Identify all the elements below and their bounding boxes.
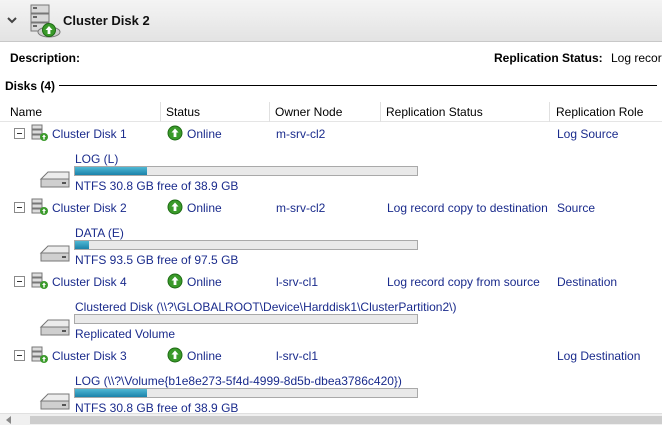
online-arrow-icon [167,347,183,363]
disk-owner-node: l-srv-cl1 [276,275,318,289]
disk-name[interactable]: Cluster Disk 1 [52,127,127,141]
column-header-replication-status[interactable]: Replication Status [386,105,483,119]
column-divider[interactable] [549,102,550,122]
column-header-owner-node[interactable]: Owner Node [275,105,342,119]
volume-name[interactable]: Clustered Disk (\\?\GLOBALROOT\Device\Ha… [75,300,456,314]
disk-row[interactable]: Cluster Disk 2 Online m-srv-cl2 Log reco… [0,198,662,272]
online-arrow-icon [167,273,183,289]
column-header-replication-role[interactable]: Replication Role [556,105,643,119]
scroll-left-arrow-icon[interactable] [0,414,18,425]
column-header-status[interactable]: Status [166,105,200,119]
disk-replication-role: Log Destination [557,349,641,363]
disk-replication-role: Log Source [557,127,619,141]
disk-status: Online [187,201,222,215]
online-arrow-icon [167,199,183,215]
disk-owner-node: l-srv-cl1 [276,349,318,363]
disk-name[interactable]: Cluster Disk 3 [52,349,127,363]
disk-replication-status: Log record copy from source [387,275,540,289]
volume-info: NTFS 30.8 GB free of 38.9 GB [75,179,239,193]
disk-status: Online [187,349,222,363]
section-divider [5,85,657,86]
cluster-disk-icon [31,198,48,215]
minus-toggle-icon[interactable] [14,128,25,139]
disk-row[interactable]: Cluster Disk 3 Online l-srv-cl1 Log Dest… [0,346,662,420]
replication-status-value: Log record [611,51,662,65]
disk-replication-status: Log record copy to destination [387,201,548,215]
description-label: Description: [10,51,81,65]
section-title: Disks (4) [5,79,60,93]
title-bar: Cluster Disk 2 [0,0,662,42]
disk-details-panel: Cluster Disk 2 Description: Replication … [0,0,662,425]
disk-row[interactable]: Cluster Disk 4 Online l-srv-cl1 Log reco… [0,272,662,346]
chevron-down-icon[interactable] [4,12,20,28]
cluster-disk-icon [31,124,48,141]
minus-toggle-icon[interactable] [14,276,25,287]
disk-owner-node: m-srv-cl2 [276,127,326,141]
volume-name[interactable]: LOG (\\?\Volume{b1e8e273-5f4d-4999-8d5b-… [75,374,402,388]
disk-name[interactable]: Cluster Disk 2 [52,201,127,215]
volume-usage-fill [75,167,147,175]
disk-name[interactable]: Cluster Disk 4 [52,275,127,289]
cluster-disk-icon [31,346,48,363]
column-divider[interactable] [269,102,270,122]
volume-usage-bar [74,314,418,324]
disk-owner-node: m-srv-cl2 [276,201,326,215]
column-header-name[interactable]: Name [10,105,42,119]
volume-usage-bar [74,240,418,250]
volume-name[interactable]: LOG (L) [75,152,118,166]
scrollbar-thumb[interactable] [30,416,662,424]
page-title: Cluster Disk 2 [63,13,150,28]
cluster-disk-icon [31,272,48,289]
hard-drive-icon [39,319,70,336]
disk-replication-role: Destination [557,275,618,289]
online-arrow-icon [167,125,183,141]
cluster-disk-icon [30,4,61,38]
volume-usage-fill [75,389,147,397]
disk-row[interactable]: Cluster Disk 1 Online m-srv-cl2 Log Sour… [0,124,662,198]
hard-drive-icon [39,171,70,188]
minus-toggle-icon[interactable] [14,202,25,213]
volume-info: NTFS 93.5 GB free of 97.5 GB [75,253,239,267]
volume-name[interactable]: DATA (E) [75,226,124,240]
horizontal-scrollbar[interactable] [0,413,662,425]
volume-usage-bar [74,388,418,398]
column-headers: Name Status Owner Node Replication Statu… [0,102,662,122]
volume-info: Replicated Volume [75,327,176,341]
disk-status: Online [187,127,222,141]
hard-drive-icon [39,393,70,410]
hard-drive-icon [39,245,70,262]
disk-status: Online [187,275,222,289]
minus-toggle-icon[interactable] [14,350,25,361]
info-row: Description: Replication Status: Log rec… [0,42,662,70]
volume-usage-bar [74,166,418,176]
volume-usage-fill [75,241,89,249]
replication-status-label: Replication Status: [494,51,603,65]
column-divider[interactable] [160,102,161,122]
column-divider[interactable] [380,102,381,122]
disk-replication-role: Source [557,201,596,215]
